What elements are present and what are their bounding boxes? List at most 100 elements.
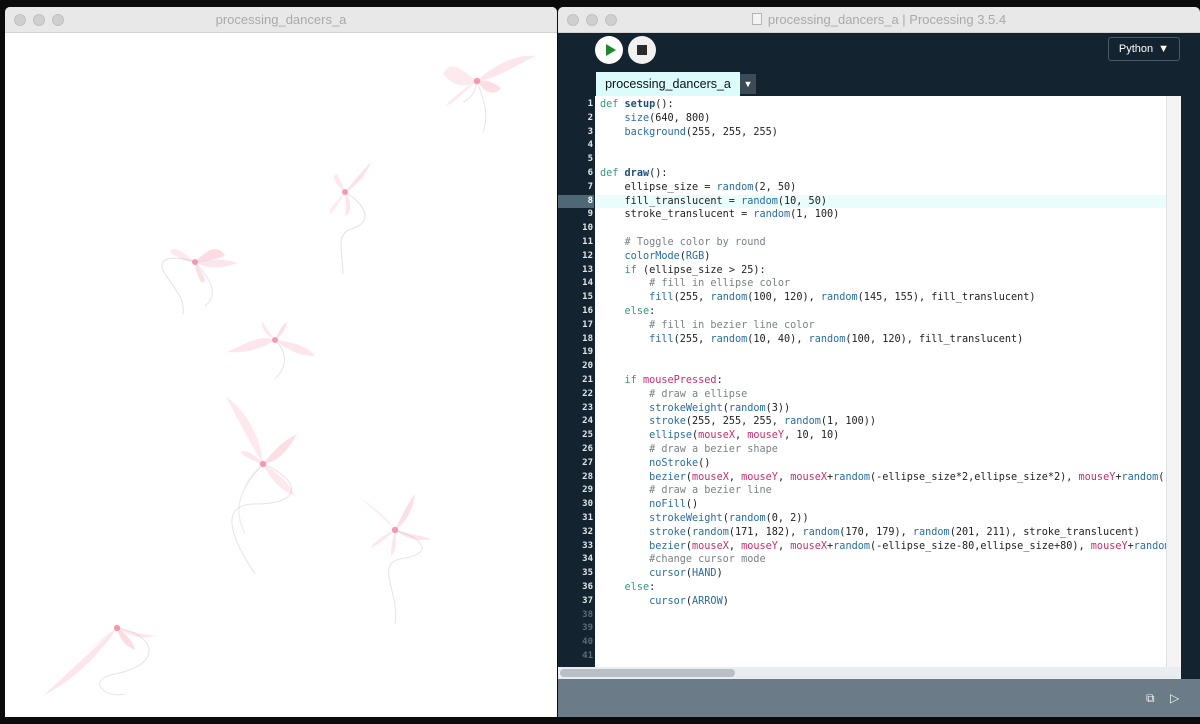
stop-button[interactable]	[628, 36, 656, 64]
horizontal-scrollbar[interactable]	[558, 667, 1181, 679]
code-line[interactable]: 11 # Toggle color by round	[558, 236, 1181, 250]
minimize-window-button[interactable]	[33, 14, 45, 26]
code-line[interactable]: 25 ellipse(mouseX, mouseY, 10, 10)	[558, 429, 1181, 443]
minimize-window-button[interactable]	[586, 14, 598, 26]
code-line[interactable]: 23 strokeWeight(random(3))	[558, 402, 1181, 416]
code-line[interactable]: 12 colorMode(RGB)	[558, 250, 1181, 264]
code-line[interactable]: 6 def draw():	[558, 167, 1181, 181]
code-text: else:	[624, 582, 656, 593]
sketch-window-title: processing_dancers_a	[215, 12, 347, 27]
code-line[interactable]: 32 stroke(random(171, 182), random(170, …	[558, 526, 1181, 540]
vertical-scrollbar[interactable]	[1166, 96, 1181, 667]
code-line[interactable]: 5	[558, 153, 1181, 167]
sketch-canvas[interactable]	[5, 34, 557, 717]
tab-menu-icon[interactable]: ▼	[740, 74, 756, 94]
line-number: 15	[582, 292, 593, 303]
line-number: 4	[587, 140, 593, 151]
code-line[interactable]: 13 if (ellipse_size > 25):	[558, 264, 1181, 278]
code-line[interactable]: 20	[558, 360, 1181, 374]
mode-selector[interactable]: Python ▼	[1107, 37, 1180, 61]
run-button[interactable]	[595, 36, 623, 64]
dancer-figure	[161, 249, 237, 315]
code-line[interactable]: 9 stroke_translucent = random(1, 100)	[558, 208, 1181, 222]
code-line[interactable]: 38	[558, 609, 1181, 623]
line-number: 17	[582, 319, 593, 330]
code-line[interactable]: 1 def setup():	[558, 98, 1181, 112]
code-text: if (ellipse_size > 25):	[624, 264, 766, 276]
horizontal-scroll-thumb[interactable]	[560, 669, 735, 677]
line-number: 19	[582, 347, 593, 358]
code-text: # fill in ellipse color	[649, 278, 791, 290]
code-line[interactable]: 16 else:	[558, 305, 1181, 319]
code-line[interactable]: 24 stroke(255, 255, 255, random(1, 100))	[558, 415, 1181, 429]
zoom-window-button[interactable]	[52, 14, 64, 26]
code-line[interactable]: 3 background(255, 255, 255)	[558, 126, 1181, 140]
code-line[interactable]: 29 # draw a bezier line	[558, 484, 1181, 498]
sketch-window: processing_dancers_a	[5, 7, 557, 717]
line-number: 32	[582, 526, 593, 537]
mode-label: Python	[1118, 43, 1154, 55]
line-number: 22	[582, 388, 593, 399]
close-window-button[interactable]	[14, 14, 26, 26]
line-number: 8	[558, 194, 594, 209]
copy-icon[interactable]: ⧉	[1146, 691, 1155, 706]
code-line[interactable]: 39	[558, 622, 1181, 636]
dancer-figure	[225, 396, 297, 575]
line-number: 9	[587, 209, 593, 220]
code-text: cursor(HAND)	[649, 568, 723, 580]
line-number: 10	[582, 223, 593, 234]
code-line[interactable]: 37 cursor(ARROW)	[558, 595, 1181, 609]
code-line[interactable]: 7 ellipse_size = random(2, 50)	[558, 181, 1181, 195]
code-line[interactable]: 28 bezier(mouseX, mouseY, mouseX+random(…	[558, 471, 1181, 485]
code-line[interactable]: 18 fill(255, random(10, 40), random(100,…	[558, 333, 1181, 347]
code-line[interactable]: 10	[558, 222, 1181, 236]
code-line[interactable]: 2 size(640, 800)	[558, 112, 1181, 126]
code-editor[interactable]: 1 def setup(): 2 size(640, 800) 3 backgroun…	[558, 96, 1181, 667]
tab-processing-dancers-a[interactable]: processing_dancers_a	[596, 72, 740, 96]
code-line[interactable]: 22 # draw a ellipse	[558, 388, 1181, 402]
code-line[interactable]: 27 noStroke()	[558, 457, 1181, 471]
code-text: stroke(255, 255, 255, random(1, 100))	[649, 416, 877, 428]
code-line[interactable]: 8 fill_translucent = random(10, 50)	[558, 194, 1181, 209]
editor-margin	[1181, 96, 1200, 667]
line-number: 25	[582, 430, 593, 441]
code-line[interactable]: 41	[558, 650, 1181, 664]
close-window-button[interactable]	[567, 14, 579, 26]
editor-titlebar[interactable]: processing_dancers_a | Processing 3.5.4	[558, 7, 1200, 33]
code-line[interactable]: 30 noFill()	[558, 498, 1181, 512]
line-number: 38	[582, 609, 593, 620]
sketch-titlebar[interactable]: processing_dancers_a	[5, 7, 557, 33]
line-number: 11	[582, 237, 593, 247]
triangle-right-icon[interactable]: ▷	[1170, 691, 1179, 705]
code-line[interactable]: 17 # fill in bezier line color	[558, 319, 1181, 333]
code-line[interactable]: 21 if mousePressed:	[558, 374, 1181, 388]
line-number: 1	[587, 99, 593, 109]
line-number: 37	[582, 595, 593, 606]
code-line[interactable]: 40	[558, 636, 1181, 650]
code-line[interactable]: 34 #change cursor mode	[558, 553, 1181, 567]
code-line[interactable]: 36 else:	[558, 581, 1181, 595]
code-line[interactable]: 35 cursor(HAND)	[558, 567, 1181, 581]
code-line[interactable]: 31 strokeWeight(random(0, 2))	[558, 512, 1181, 526]
stop-icon	[637, 45, 647, 55]
code-text: # draw a bezier shape	[649, 444, 778, 455]
code-text: background(255, 255, 255)	[624, 126, 778, 138]
code-line[interactable]: 4	[558, 139, 1181, 153]
line-number: 40	[582, 637, 593, 648]
code-line[interactable]: 33 bezier(mouseX, mouseY, mouseX+random(…	[558, 540, 1181, 554]
code-line[interactable]: 15 fill(255, random(100, 120), random(14…	[558, 291, 1181, 305]
chevron-down-icon: ▼	[1158, 43, 1169, 55]
line-number: 39	[582, 623, 593, 634]
code-text: strokeWeight(random(0, 2))	[649, 513, 809, 524]
code-text: # draw a ellipse	[649, 388, 748, 400]
code-line[interactable]: 26 # draw a bezier shape	[558, 443, 1181, 457]
code-line[interactable]: 19	[558, 346, 1181, 360]
code-line[interactable]: 14 # fill in ellipse color	[558, 277, 1181, 291]
zoom-window-button[interactable]	[605, 14, 617, 26]
code-text: else:	[624, 306, 656, 317]
line-number: 3	[587, 126, 593, 137]
line-number: 34	[582, 554, 593, 565]
line-number: 35	[582, 568, 593, 579]
